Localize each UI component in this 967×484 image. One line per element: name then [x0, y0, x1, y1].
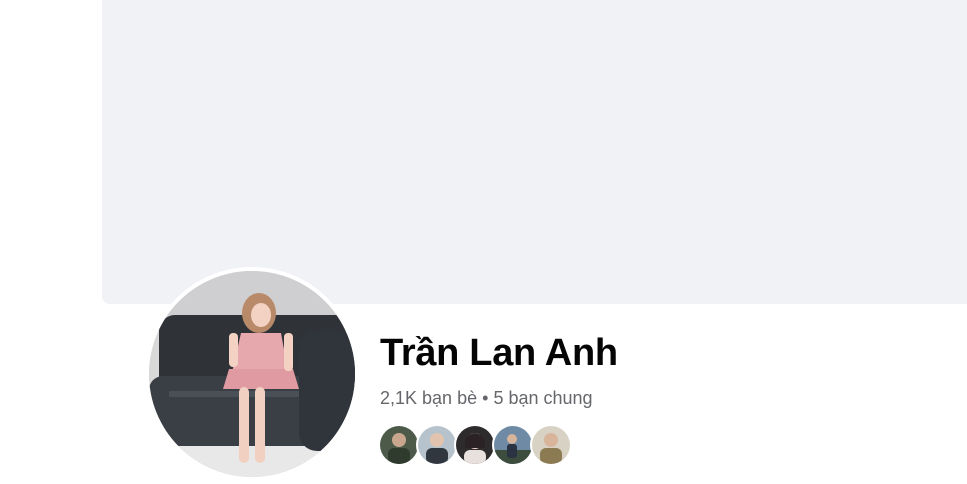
mutual-friends-avatars: [378, 424, 572, 468]
friend-avatar-1[interactable]: [378, 424, 420, 466]
friend-avatar-2[interactable]: [416, 424, 458, 466]
separator-dot: •: [482, 388, 489, 408]
cover-photo-area[interactable]: [102, 0, 967, 304]
mutual-friends-link[interactable]: 5 bạn chung: [493, 388, 592, 408]
friend-avatar-4[interactable]: [492, 424, 534, 466]
profile-picture-image: [149, 271, 355, 477]
profile-picture[interactable]: [145, 267, 359, 481]
profile-name: Trần Lan Anh: [380, 332, 618, 374]
friend-stats: 2,1K bạn bè • 5 bạn chung: [380, 388, 593, 409]
friends-count-link[interactable]: 2,1K bạn bè: [380, 388, 477, 408]
friend-avatar-5[interactable]: [530, 424, 572, 466]
friend-avatar-3[interactable]: [454, 424, 496, 466]
